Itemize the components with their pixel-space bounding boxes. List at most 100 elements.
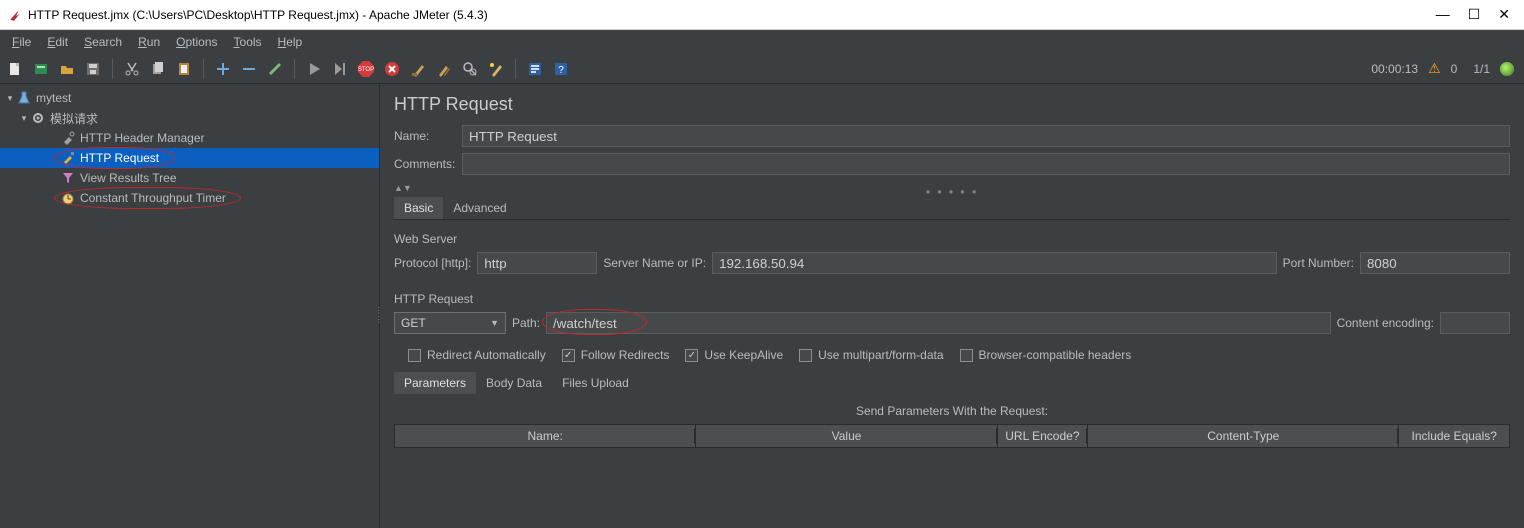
menu-search[interactable]: Search [78,33,128,51]
new-icon[interactable] [4,58,26,80]
clear-all-icon[interactable] [433,58,455,80]
svg-text:STOP: STOP [358,67,374,73]
open-icon[interactable] [56,58,78,80]
web-server-section: Web Server [394,232,1510,246]
svg-text:?: ? [558,65,564,76]
expand-icon[interactable] [212,58,234,80]
toggle-icon[interactable] [264,58,286,80]
start-icon[interactable] [303,58,325,80]
tree-view-results[interactable]: View Results Tree [0,168,379,188]
col-value[interactable]: Value [696,425,997,448]
check-browser-compat[interactable]: Browser-compatible headers [960,348,1132,362]
gear-icon [30,110,46,126]
port-input[interactable] [1360,252,1510,274]
app-feather-icon [8,8,22,22]
path-input[interactable] [546,312,1331,334]
collapse-icon[interactable] [238,58,260,80]
paste-icon[interactable] [173,58,195,80]
method-value: GET [401,316,426,330]
stop-icon[interactable]: STOP [355,58,377,80]
templates-icon[interactable] [30,58,52,80]
col-include-equals[interactable]: Include Equals? [1399,425,1510,448]
window-maximize-button[interactable]: ☐ [1468,6,1481,23]
chevron-down-icon: ▼ [490,318,499,328]
save-icon[interactable] [82,58,104,80]
function-helper-icon[interactable] [524,58,546,80]
http-request-section: HTTP Request [394,292,1510,306]
sub-tab-body-data[interactable]: Body Data [476,372,552,394]
warning-icon[interactable]: ⚠ [1428,60,1441,77]
name-label: Name: [394,129,462,143]
editor-panel: HTTP Request Name: Comments: ▲▼ • • • • … [380,84,1524,528]
check-follow-redirects[interactable]: Follow Redirects [562,348,670,362]
menu-options[interactable]: Options [170,33,223,51]
name-input[interactable] [462,125,1510,147]
tab-advanced[interactable]: Advanced [443,197,516,219]
window-minimize-button[interactable]: — [1436,6,1450,23]
menu-file[interactable]: File [6,33,37,51]
menu-run[interactable]: Run [132,33,166,51]
check-multipart[interactable]: Use multipart/form-data [799,348,943,362]
page-title: HTTP Request [394,94,1510,115]
encoding-input[interactable] [1440,312,1510,334]
menu-help[interactable]: Help [272,33,309,51]
tree-testplan[interactable]: ▾ mytest [0,88,379,108]
tree-label: HTTP Header Manager [80,131,205,145]
tree-label: mytest [36,91,71,105]
help-icon[interactable]: ? [550,58,572,80]
status-elapsed: 00:00:13 [1371,62,1418,76]
window-close-button[interactable]: ✕ [1498,6,1510,23]
cut-icon[interactable] [121,58,143,80]
encoding-label: Content encoding: [1337,316,1434,330]
col-name[interactable]: Name: [395,425,696,448]
reset-search-icon[interactable] [485,58,507,80]
wrench-icon [60,130,76,146]
dropper-icon [60,150,76,166]
server-input[interactable] [712,252,1277,274]
server-label: Server Name or IP: [603,256,706,270]
status-errors: 0 [1451,62,1458,76]
tree-label: View Results Tree [80,171,177,185]
menu-bar: File Edit Search Run Options Tools Help [0,30,1524,54]
comments-input[interactable] [462,153,1510,175]
flask-icon [16,90,32,106]
start-no-pause-icon[interactable] [329,58,351,80]
twisty-icon[interactable]: ▾ [18,113,30,124]
params-table: Name: Value URL Encode? Content-Type Inc… [394,424,1510,448]
method-select[interactable]: GET ▼ [394,312,506,334]
window-titlebar: HTTP Request.jmx (C:\Users\PC\Desktop\HT… [0,0,1524,30]
search-icon[interactable] [459,58,481,80]
panel-collapse-bar[interactable]: ▲▼ • • • • • [394,185,1510,195]
window-title: HTTP Request.jmx (C:\Users\PC\Desktop\HT… [28,8,1436,22]
check-keepalive[interactable]: Use KeepAlive [685,348,783,362]
protocol-label: Protocol [http]: [394,256,471,270]
check-redirect-auto[interactable]: Redirect Automatically [408,348,546,362]
protocol-input[interactable] [477,252,597,274]
tree-panel: ▾ mytest ▾ 模拟请求 HTTP Header Manager HTTP… [0,84,380,528]
twisty-icon[interactable]: ▾ [4,93,16,104]
tab-basic[interactable]: Basic [394,197,443,219]
comments-label: Comments: [394,157,462,171]
sub-tab-parameters[interactable]: Parameters [394,372,476,394]
tree-threadgroup[interactable]: ▾ 模拟请求 [0,108,379,128]
clear-icon[interactable] [407,58,429,80]
params-caption: Send Parameters With the Request: [394,404,1510,418]
col-url-encode[interactable]: URL Encode? [997,425,1087,448]
tree-header-manager[interactable]: HTTP Header Manager [0,128,379,148]
clock-icon [60,190,76,206]
tree-label: Constant Throughput Timer [80,191,226,205]
sub-tab-files-upload[interactable]: Files Upload [552,372,639,394]
status-threads: 1/1 [1473,62,1490,76]
status-led-icon [1500,62,1514,76]
menu-tools[interactable]: Tools [228,33,268,51]
shutdown-icon[interactable] [381,58,403,80]
menu-edit[interactable]: Edit [41,33,74,51]
funnel-icon [60,170,76,186]
tree-throughput-timer[interactable]: Constant Throughput Timer [0,188,379,208]
tree-label: 模拟请求 [50,110,98,127]
copy-icon[interactable] [147,58,169,80]
splitter-handle[interactable]: ⋮⋮ [375,306,383,324]
col-content-type[interactable]: Content-Type [1088,425,1399,448]
body-tabs: Parameters Body Data Files Upload [394,372,1510,394]
tree-http-request[interactable]: HTTP Request [0,148,379,168]
